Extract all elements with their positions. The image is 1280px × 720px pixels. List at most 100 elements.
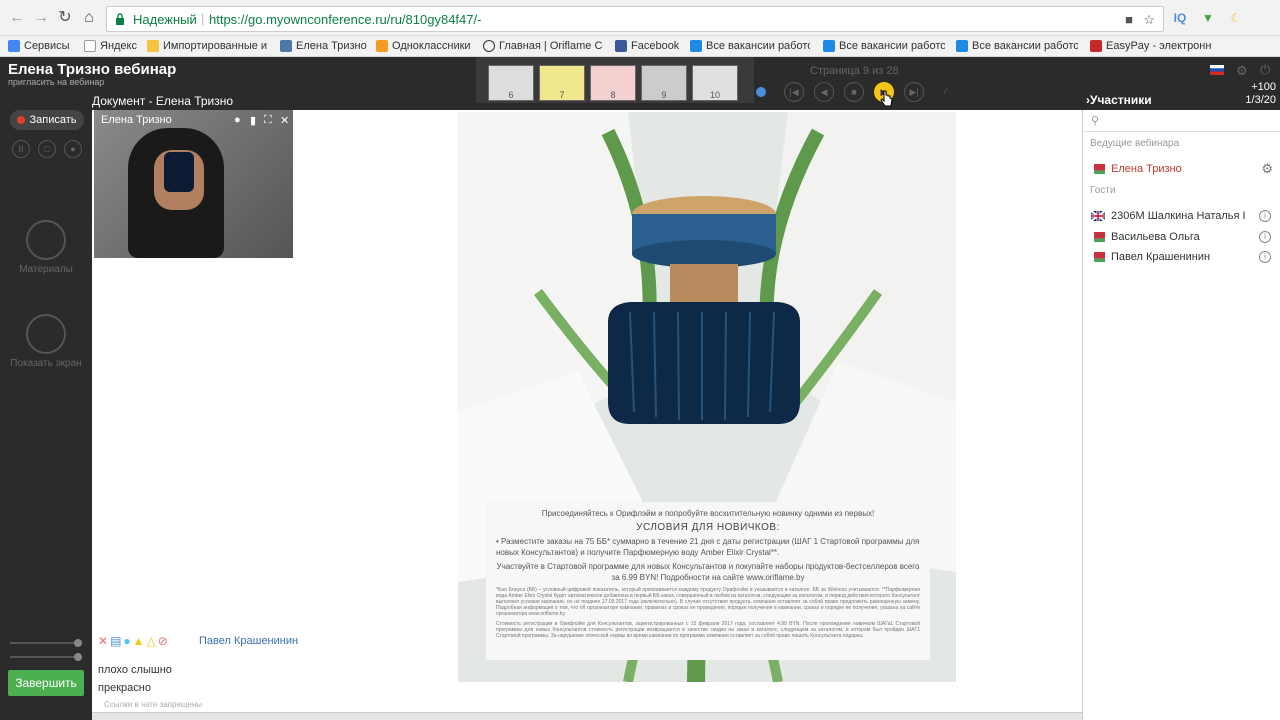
reload-icon[interactable]: ↻ <box>56 9 74 27</box>
page-counter: Страница 9 из 28 <box>810 65 899 77</box>
settings-icon[interactable]: ⚙ <box>1236 63 1248 79</box>
home-icon[interactable]: ⌂ <box>80 9 98 27</box>
chat-author[interactable]: Павел Крашенинин <box>199 635 298 647</box>
clear-chat-icon[interactable]: ✕ <box>98 634 108 648</box>
participant-row[interactable]: Васильева Ольга i <box>1083 227 1280 247</box>
chat-message: прекрасно <box>98 682 151 694</box>
first-page-icon[interactable]: |◀ <box>784 82 804 102</box>
presentation-area: Елена Тризно ● ▮ ⛶ ✕ Присоединяйтесь к О… <box>92 110 1082 720</box>
star-icon[interactable]: ☆ <box>1143 12 1155 28</box>
presentation-slide: Присоединяйтесь к Орифлэйм и попробуйте … <box>458 112 956 682</box>
last-page-icon[interactable]: ▶| <box>904 82 924 102</box>
russian-flag-icon[interactable] <box>1210 65 1224 75</box>
info-icon[interactable]: i <box>1259 231 1271 243</box>
chat-links-disabled-note: Ссылки в чате запрещены <box>104 700 203 709</box>
bookmark-vacancies-2[interactable]: Все вакансии работо <box>823 38 945 54</box>
participant-search[interactable]: ⚲ <box>1083 110 1280 132</box>
offer-caption: Присоединяйтесь к Орифлэйм и попробуйте … <box>486 502 930 660</box>
share-screen-button[interactable]: Показать экран <box>0 314 92 369</box>
participant-name: Павел Крашенинин <box>1111 251 1211 263</box>
warning-icon[interactable]: △ <box>147 634 156 648</box>
prev-page-icon[interactable]: ◀ <box>814 82 834 102</box>
webcam-video[interactable]: Елена Тризно ● ▮ ⛶ ✕ <box>94 110 293 258</box>
participants-header[interactable]: ›Участники <box>1086 93 1152 107</box>
fullscreen-icon[interactable]: □ <box>38 140 56 158</box>
folder-icon <box>147 40 159 52</box>
stop-icon[interactable]: ■ <box>844 82 864 102</box>
close-icon[interactable]: ✕ <box>280 114 289 127</box>
left-toolbar: Записать II □ ● Материалы Показать экран… <box>0 110 92 720</box>
iq-extension-icon[interactable]: IQ <box>1172 10 1188 26</box>
mouse-cursor-icon <box>880 90 893 107</box>
bookmark-vacancies-1[interactable]: Все вакансии работо <box>690 38 810 54</box>
speaker-volume-slider[interactable] <box>10 653 82 661</box>
chat-toolbar: ✕ ▤ ● ▲ △ ⊘ <box>98 634 170 648</box>
gear-icon[interactable]: ⚙ <box>1261 161 1273 177</box>
participant-name: 2306М Шалкина Наталья І <box>1111 210 1246 222</box>
participant-counts: +100 1/3/20 <box>1245 81 1276 106</box>
page-icon <box>84 40 96 52</box>
bookmark-oriflame[interactable]: Главная | Oriflame Co <box>483 38 603 54</box>
info-icon[interactable]: i <box>1259 210 1271 222</box>
chat-input-bar[interactable] <box>92 712 1082 720</box>
block-icon[interactable]: ⊘ <box>158 634 168 648</box>
chat-bubble-icon[interactable]: ● <box>123 634 130 648</box>
participant-row-host[interactable]: Елена Тризно ⚙ <box>1083 159 1280 179</box>
bookmark-easypay[interactable]: EasyPay - электронн <box>1090 38 1214 54</box>
easypay-icon <box>1090 40 1102 52</box>
forward-icon[interactable]: → <box>32 9 50 27</box>
bookmarks-bar: Сервисы Яндекс Импортированные и Елена Т… <box>0 36 1280 57</box>
camera-icon[interactable]: ■ <box>1125 12 1133 27</box>
url-text[interactable]: https://go.myownconference.ru/ru/810gy84… <box>209 12 481 27</box>
slide-thumbnail[interactable]: 8 <box>590 65 636 101</box>
clipboard-icon[interactable]: ▤ <box>110 634 121 648</box>
participant-row[interactable]: Павел Крашенинин i <box>1083 247 1280 267</box>
finish-button[interactable]: Завершить <box>8 670 84 696</box>
monitor-icon <box>26 220 66 260</box>
participant-row[interactable]: 2306М Шалкина Наталья І i <box>1083 206 1280 226</box>
folder-icon <box>690 40 702 52</box>
invite-link[interactable]: пригласить на вебинар <box>8 77 104 87</box>
address-bar[interactable]: Надежный | https://go.myownconference.ru… <box>106 6 1164 32</box>
bookmark-ok[interactable]: Одноклассники <box>376 38 474 54</box>
search-icon: ⚲ <box>1091 115 1100 127</box>
uk-flag-icon <box>1091 211 1105 221</box>
bell-icon[interactable]: ▲ <box>133 634 145 648</box>
microphone-icon[interactable]: ▮ <box>250 114 256 127</box>
pen-icon[interactable]: ∕ <box>936 82 956 102</box>
guests-section-label: Гости <box>1090 185 1116 196</box>
zoom-dot-icon[interactable] <box>756 87 766 97</box>
app-header: Елена Тризно вебинар пригласить на вебин… <box>0 57 1280 110</box>
slide-thumbnail[interactable]: 6 <box>488 65 534 101</box>
bookmark-services[interactable]: Сервисы <box>8 38 72 54</box>
expand-icon[interactable]: ⛶ <box>264 114 272 127</box>
back-icon[interactable]: ← <box>8 9 26 27</box>
hosts-section-label: Ведущие вебинара <box>1090 138 1180 149</box>
pin-icon[interactable]: ● <box>234 114 241 126</box>
download-extension-icon[interactable]: ▼ <box>1200 10 1216 26</box>
ok-icon <box>376 40 388 52</box>
webinar-title: Елена Тризно вебинар <box>8 61 177 78</box>
lock-icon[interactable]: ● <box>64 140 82 158</box>
globe-icon <box>483 40 495 52</box>
bookmark-yandex[interactable]: Яндекс <box>84 38 138 54</box>
bookmark-vacancies-3[interactable]: Все вакансии работо <box>956 38 1078 54</box>
materials-button[interactable]: Материалы <box>0 220 92 275</box>
vk-icon <box>280 40 292 52</box>
record-button[interactable]: Записать <box>10 110 84 130</box>
pause-icon[interactable]: II <box>12 140 30 158</box>
slide-thumbnail[interactable]: 10 <box>692 65 738 101</box>
slide-thumbnail[interactable]: 7 <box>539 65 585 101</box>
bookmark-imported[interactable]: Импортированные и <box>147 38 267 54</box>
info-icon[interactable]: i <box>1259 251 1271 263</box>
apps-icon <box>8 40 20 52</box>
mic-volume-slider[interactable] <box>10 639 82 647</box>
moon-extension-icon[interactable]: ☾ <box>1228 10 1244 26</box>
bookmark-vk[interactable]: Елена Тризно <box>280 38 368 54</box>
belarus-flag-icon <box>1091 252 1105 262</box>
folder-icon <box>823 40 835 52</box>
slide-thumbnail[interactable]: 9 <box>641 65 687 101</box>
belarus-flag-icon <box>1091 232 1105 242</box>
power-icon[interactable]: ⏻ <box>1260 62 1270 78</box>
bookmark-facebook[interactable]: Facebook <box>615 38 681 54</box>
